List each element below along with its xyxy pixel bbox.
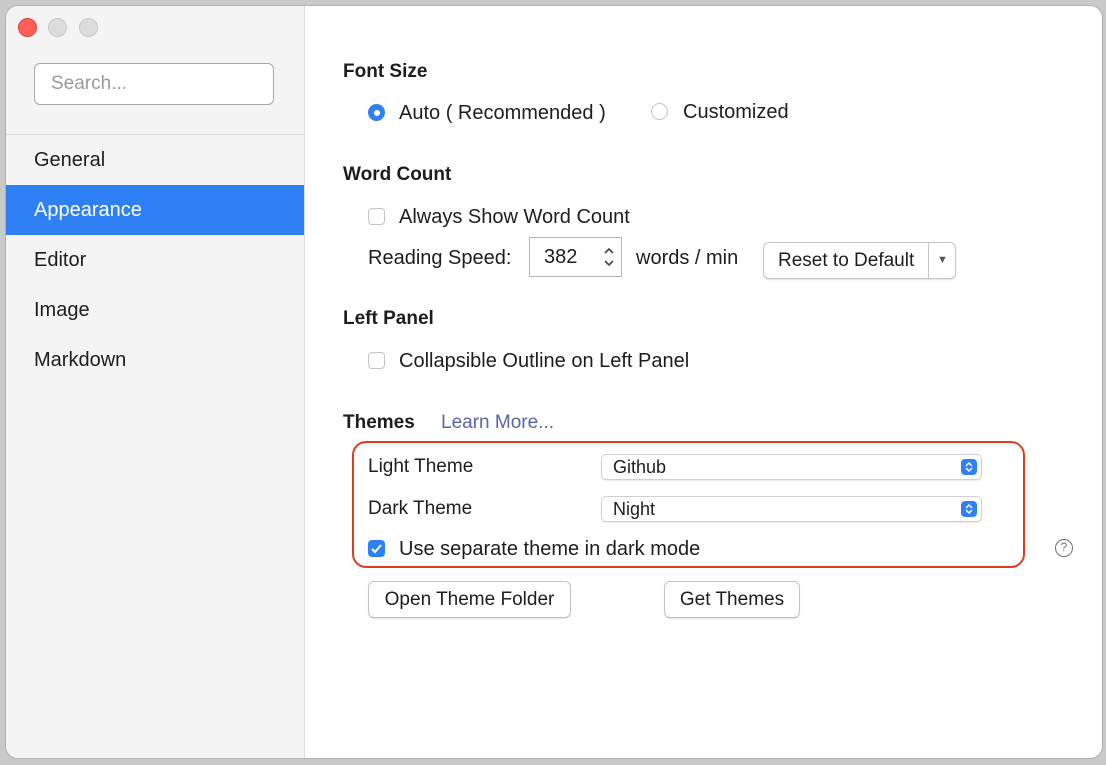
- minimize-window-button[interactable]: [48, 18, 67, 37]
- always-show-word-count-checkbox[interactable]: [368, 208, 385, 225]
- zoom-window-button[interactable]: [79, 18, 98, 37]
- dark-theme-label: Dark Theme: [368, 498, 473, 519]
- words-per-min-label: words / min: [636, 247, 739, 269]
- separate-theme-label: Use separate theme in dark mode: [399, 538, 701, 560]
- learn-more-link[interactable]: Learn More...: [441, 412, 554, 434]
- sidebar-item-general[interactable]: General: [6, 135, 304, 185]
- reading-speed-value[interactable]: 382: [544, 246, 577, 269]
- collapsible-outline-checkbox[interactable]: [368, 352, 385, 369]
- stepper-arrows-icon[interactable]: [601, 243, 617, 271]
- collapsible-outline-label: Collapsible Outline on Left Panel: [399, 350, 690, 372]
- font-size-auto-radio[interactable]: [368, 104, 385, 121]
- left-panel-title: Left Panel: [343, 308, 434, 329]
- help-icon[interactable]: ?: [1055, 539, 1073, 557]
- open-theme-folder-button[interactable]: Open Theme Folder: [368, 581, 571, 618]
- checkmark-icon: [371, 544, 382, 554]
- reset-to-default-label: Reset to Default: [778, 250, 915, 271]
- light-theme-label: Light Theme: [368, 456, 474, 477]
- always-show-word-count-label: Always Show Word Count: [399, 206, 630, 228]
- close-window-button[interactable]: [18, 18, 37, 37]
- separate-theme-checkbox[interactable]: [368, 540, 385, 557]
- triangle-down-icon: ▼: [937, 254, 948, 266]
- preferences-window: General Appearance Editor Image Markdown…: [6, 6, 1102, 758]
- themes-title: Themes: [343, 412, 415, 433]
- sidebar-item-editor[interactable]: Editor: [6, 235, 304, 285]
- sidebar-item-markdown[interactable]: Markdown: [6, 335, 304, 385]
- font-size-auto-label: Auto ( Recommended ): [399, 102, 606, 124]
- dark-theme-value: Night: [613, 499, 656, 519]
- sidebar-nav: General Appearance Editor Image Markdown: [6, 135, 304, 385]
- light-theme-value: Github: [613, 457, 667, 477]
- sidebar-item-appearance[interactable]: Appearance: [6, 185, 304, 235]
- reading-speed-stepper[interactable]: 382: [529, 237, 622, 277]
- select-chevron-icon: [961, 459, 977, 475]
- font-size-title: Font Size: [343, 61, 428, 82]
- reset-to-default-button[interactable]: Reset to Default ▼: [763, 242, 956, 279]
- font-size-customized-radio[interactable]: [651, 103, 668, 120]
- word-count-title: Word Count: [343, 164, 452, 185]
- sidebar-item-image[interactable]: Image: [6, 285, 304, 335]
- select-chevron-icon: [961, 501, 977, 517]
- dark-theme-select[interactable]: Night: [601, 496, 982, 522]
- reading-speed-label: Reading Speed:: [368, 247, 512, 269]
- reset-dropdown-toggle[interactable]: ▼: [928, 243, 955, 278]
- sidebar: General Appearance Editor Image Markdown: [6, 6, 305, 758]
- get-themes-button[interactable]: Get Themes: [664, 581, 800, 618]
- light-theme-select[interactable]: Github: [601, 454, 982, 480]
- font-size-customized-label: Customized: [683, 101, 789, 123]
- appearance-panel: Font Size Auto ( Recommended ) Customize…: [305, 6, 1102, 758]
- search-input[interactable]: [34, 63, 274, 105]
